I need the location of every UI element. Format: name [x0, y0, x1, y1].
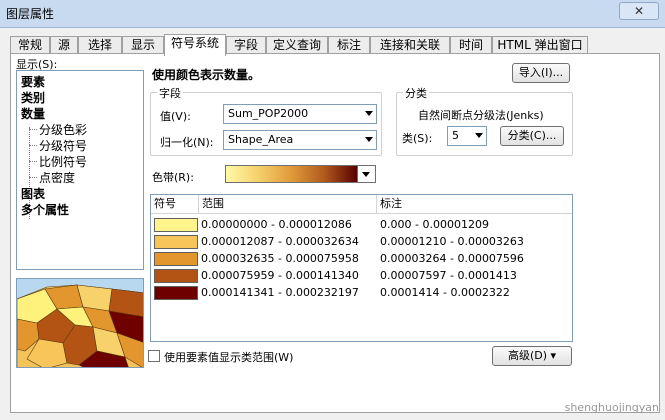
renderer-tree[interactable]: 要素 类别 数量 分级色彩 分级符号 比例符号 点密度 图表 多个属性 — [16, 70, 144, 270]
tree-item-graduated-colors[interactable]: 分级色彩 — [39, 121, 87, 138]
title-bar: 图层属性 ✕ — [0, 0, 665, 28]
symbol-swatch[interactable] — [154, 252, 198, 266]
classes-value: 5 — [452, 129, 459, 142]
label-cell[interactable]: 0.0001414 - 0.0002322 — [380, 286, 510, 299]
close-icon: ✕ — [633, 4, 645, 18]
fields-group-title: 字段 — [157, 85, 183, 101]
tree-item-categories[interactable]: 类别 — [21, 89, 45, 106]
tree-item-dot-density[interactable]: 点密度 — [39, 169, 75, 186]
symbol-swatch[interactable] — [154, 235, 198, 249]
normalize-label: 归一化(N): — [160, 136, 214, 149]
chevron-down-icon: ▾ — [550, 349, 557, 362]
value-field-text: Sum_POP2000 — [228, 107, 309, 120]
tree-connector — [29, 161, 37, 162]
classification-group-title: 分类 — [403, 85, 429, 101]
tab-html-popup[interactable]: HTML 弹出窗口 — [492, 36, 588, 54]
normalize-field-text: Shape_Area — [228, 133, 294, 146]
show-class-ranges-checkbox[interactable] — [148, 350, 160, 362]
table-row[interactable]: 0.000075959 - 0.000141340 0.00007597 - 0.… — [151, 268, 572, 285]
classification-method: 自然间断点分级法(Jenks) — [418, 109, 544, 122]
table-row[interactable]: 0.000012087 - 0.000032634 0.00001210 - 0.… — [151, 234, 572, 251]
tab-joins-relates[interactable]: 连接和关联 — [370, 36, 450, 54]
chevron-down-icon — [365, 111, 373, 116]
tab-definition-query[interactable]: 定义查询 — [266, 36, 328, 54]
chevron-down-icon — [365, 137, 373, 142]
tab-fields[interactable]: 字段 — [226, 36, 266, 54]
classification-group: 分类 — [396, 85, 573, 156]
table-row[interactable]: 0.000141341 - 0.000232197 0.0001414 - 0.0… — [151, 285, 572, 302]
value-field-select[interactable]: Sum_POP2000 — [223, 104, 377, 124]
range-cell: 0.000075959 - 0.000141340 — [201, 269, 359, 282]
column-header-label[interactable]: 标注 — [377, 195, 572, 214]
classify-button[interactable]: 分类(C)... — [500, 126, 564, 146]
tab-labels[interactable]: 标注 — [328, 36, 370, 54]
normalize-field-select[interactable]: Shape_Area — [223, 130, 377, 150]
range-cell: 0.000032635 - 0.000075958 — [201, 252, 359, 265]
close-button[interactable]: ✕ — [619, 2, 659, 20]
tree-item-quantities[interactable]: 数量 — [21, 105, 45, 122]
value-label: 值(V): — [160, 110, 191, 123]
tree-connector — [29, 145, 37, 146]
advanced-button[interactable]: 高级(D) ▾ — [492, 346, 572, 366]
column-header-range[interactable]: 范围 — [199, 195, 377, 214]
symbol-swatch[interactable] — [154, 269, 198, 283]
tab-source[interactable]: 源 — [50, 36, 78, 54]
symbol-swatch[interactable] — [154, 286, 198, 300]
tree-connector — [29, 177, 37, 178]
classes-select[interactable]: 5 — [447, 126, 487, 146]
label-cell[interactable]: 0.00003264 - 0.00007596 — [380, 252, 524, 265]
tree-item-charts[interactable]: 图表 — [21, 185, 45, 202]
preview-map — [16, 278, 144, 368]
show-class-ranges-label: 使用要素值显示类范围(W) — [164, 351, 294, 364]
label-cell[interactable]: 0.00001210 - 0.00003263 — [380, 235, 524, 248]
color-ramp-select[interactable] — [225, 165, 358, 183]
range-cell: 0.000012087 - 0.000032634 — [201, 235, 359, 248]
tab-selection[interactable]: 选择 — [78, 36, 122, 54]
tree-item-proportional-symbols[interactable]: 比例符号 — [39, 153, 87, 170]
table-row[interactable]: 0.00000000 - 0.000012086 0.000 - 0.000012… — [151, 217, 572, 234]
column-header-symbol[interactable]: 符号 — [151, 195, 199, 214]
label-cell[interactable]: 0.000 - 0.00001209 — [380, 218, 489, 231]
label-cell[interactable]: 0.00007597 - 0.0001413 — [380, 269, 517, 282]
chevron-down-icon — [362, 172, 370, 177]
tab-time[interactable]: 时间 — [450, 36, 492, 54]
color-ramp-dropdown[interactable] — [358, 165, 376, 183]
import-button[interactable]: 导入(I)... — [512, 63, 570, 83]
tab-symbology[interactable]: 符号系统 — [164, 34, 226, 56]
tab-general[interactable]: 常规 — [10, 36, 50, 54]
symbology-heading: 使用颜色表示数量。 — [152, 68, 261, 82]
table-row[interactable]: 0.000032635 - 0.000075958 0.00003264 - 0.… — [151, 251, 572, 268]
range-cell: 0.000141341 - 0.000232197 — [201, 286, 359, 299]
chevron-down-icon — [475, 133, 483, 138]
tab-display[interactable]: 显示 — [122, 36, 164, 54]
tree-item-features[interactable]: 要素 — [21, 73, 45, 90]
symbol-swatch[interactable] — [154, 218, 198, 232]
window-title: 图层属性 — [6, 7, 55, 21]
map-image — [17, 279, 143, 367]
range-cell: 0.00000000 - 0.000012086 — [201, 218, 352, 231]
advanced-button-label: 高级(D) — [507, 349, 548, 362]
color-ramp-label: 色带(R): — [152, 171, 194, 184]
tree-connector — [29, 129, 37, 130]
tree-item-graduated-symbols[interactable]: 分级符号 — [39, 137, 87, 154]
class-table[interactable]: 符号 范围 标注 0.00000000 - 0.000012086 0.000 -… — [150, 194, 573, 342]
class-table-header: 符号 范围 标注 — [151, 195, 572, 214]
watermark: shenghuojingyan — [564, 401, 659, 414]
classes-label: 类(S): — [402, 132, 433, 145]
tree-item-multiple-attributes[interactable]: 多个属性 — [21, 201, 69, 218]
